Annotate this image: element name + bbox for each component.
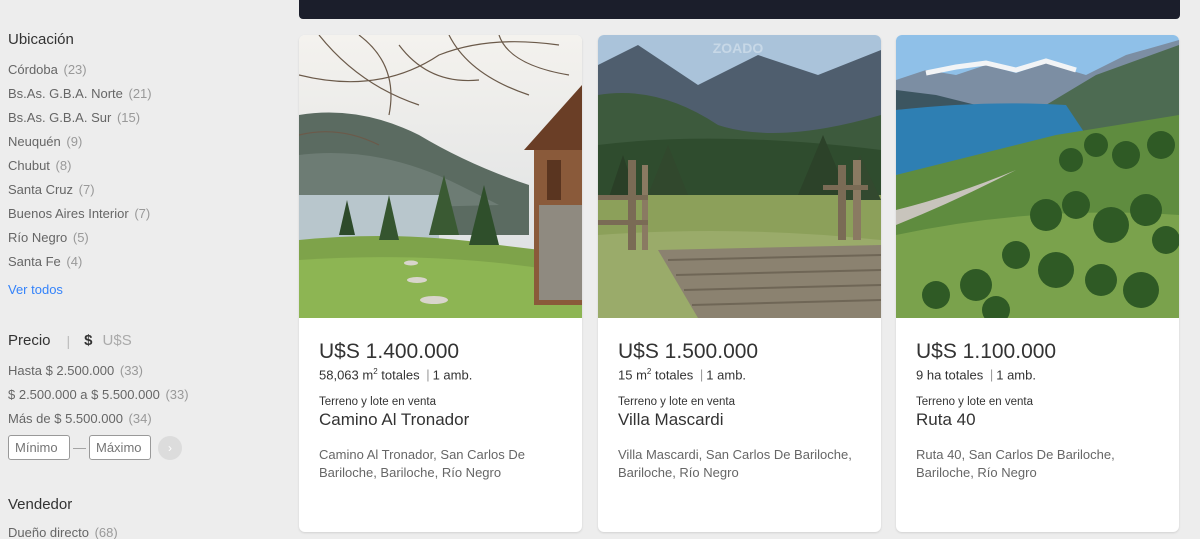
location-item-count: (4)	[66, 254, 83, 269]
location-item-count: (21)	[128, 86, 152, 101]
price-range-label: Hasta $ 2.500.000	[8, 363, 115, 378]
listing-card[interactable]: U$S 1.100.000 9 ha totales | 1 amb. Terre…	[896, 35, 1179, 532]
location-item-label: Bs.As. G.B.A. Sur	[8, 110, 112, 125]
listing-card[interactable]: ZOADO U$S 1.500.000 15 m2 totales | 1 amb…	[598, 35, 881, 532]
listing-rooms: 1 amb.	[996, 367, 1036, 383]
location-item-label: Chubut	[8, 158, 50, 173]
price-range-count: (34)	[128, 411, 152, 426]
listing-type: Terreno y lote en venta	[916, 396, 1033, 409]
listing-name: Ruta 40	[916, 410, 976, 430]
attr-divider: |	[426, 367, 430, 383]
chevron-right-icon: ›	[168, 440, 172, 455]
listing-photo-mountain-field[interactable]: ZOADO	[598, 35, 881, 318]
listing-address: Ruta 40, San Carlos De Bariloche, Barilo…	[916, 447, 1115, 481]
listing-attributes: 58,063 m2 totales | 1 amb.	[319, 367, 562, 382]
listing-price: U$S 1.400.000	[319, 340, 460, 363]
location-item-count: (15)	[116, 110, 141, 125]
listing-address: Camino Al Tronador, San Carlos De Barilo…	[319, 447, 525, 481]
currency-dollars-toggle[interactable]: U$S	[103, 332, 132, 349]
listing-rooms: 1 amb.	[432, 367, 473, 383]
location-item-count: (7)	[134, 206, 151, 221]
price-min-input[interactable]	[8, 435, 70, 460]
listing-price: U$S 1.100.000	[916, 340, 1057, 363]
attr-divider: |	[989, 367, 994, 383]
location-item-count: (5)	[72, 230, 89, 245]
location-item-label: Bs.As. G.B.A. Norte	[8, 86, 123, 101]
listing-photo-lake-cabin[interactable]	[299, 35, 582, 318]
listing-attributes: 15 m2 totales | 1 amb.	[618, 367, 861, 382]
price-range-label: Más de $ 5.500.000	[8, 411, 123, 426]
location-item-count: (9)	[66, 134, 83, 149]
listing-photo-lake-valley[interactable]	[896, 35, 1179, 318]
price-custom-range: — ›	[8, 435, 278, 460]
listing-type: Terreno y lote en venta	[319, 396, 436, 409]
location-item-gba-norte[interactable]: Bs.As. G.B.A. Norte (21)	[8, 82, 278, 106]
location-item-cordoba[interactable]: Córdoba (23)	[8, 58, 278, 82]
listing-details: U$S 1.100.000 9 ha totales | 1 amb. Terre…	[896, 318, 1179, 482]
price-filter-title: Precio	[8, 332, 51, 349]
location-item-santa-fe[interactable]: Santa Fe (4)	[8, 250, 278, 274]
filters-sidebar: Ubicación Córdoba (23) Bs.As. G.B.A. Nor…	[8, 0, 278, 539]
listing-area-unit: totales	[377, 367, 420, 383]
location-item-gba-sur[interactable]: Bs.As. G.B.A. Sur (15)	[8, 106, 278, 130]
location-item-label: Córdoba	[8, 62, 58, 77]
listing-rooms: 1 amb.	[706, 367, 747, 383]
price-range-label: $ 2.500.000 a $ 5.500.000	[8, 387, 160, 402]
listing-area: 15 m	[618, 367, 647, 383]
listing-name: Camino Al Tronador	[319, 410, 470, 430]
location-filter-title: Ubicación	[8, 31, 74, 48]
listing-attributes: 9 ha totales | 1 amb.	[916, 367, 1159, 382]
location-item-chubut[interactable]: Chubut (8)	[8, 154, 278, 178]
apply-range-button[interactable]: ›	[158, 435, 182, 460]
location-item-rio-negro[interactable]: Río Negro (5)	[8, 226, 278, 250]
location-item-count: (8)	[55, 158, 72, 173]
vendor-item-count: (68)	[94, 525, 118, 539]
price-range-item[interactable]: Más de $ 5.500.000 (34)	[8, 407, 278, 431]
location-item-count: (7)	[78, 182, 95, 197]
listing-type: Terreno y lote en venta	[618, 396, 735, 409]
location-item-label: Buenos Aires Interior	[8, 206, 129, 221]
price-range-count: (33)	[165, 387, 189, 402]
location-item-neuquen[interactable]: Neuquén (9)	[8, 130, 278, 154]
listing-details: U$S 1.400.000 58,063 m2 totales | 1 amb. …	[299, 318, 582, 482]
svg-text:ZOADO: ZOADO	[713, 40, 764, 56]
vendor-filter-title: Vendedor	[8, 496, 73, 513]
see-all-locations-link[interactable]: Ver todos	[8, 276, 278, 304]
price-range-item[interactable]: $ 2.500.000 a $ 5.500.000 (33)	[8, 383, 278, 407]
vendor-item-owner[interactable]: Dueño directo (68)	[8, 521, 278, 539]
listing-area-unit: totales	[651, 367, 694, 383]
currency-separator: |	[66, 332, 71, 349]
location-item-count: (23)	[63, 62, 87, 77]
top-banner-bar	[299, 0, 1180, 19]
attr-divider: |	[699, 367, 704, 383]
location-item-label: Santa Fe	[8, 254, 61, 269]
listing-name: Villa Mascardi	[618, 410, 724, 430]
price-max-input[interactable]	[89, 435, 151, 460]
location-item-label: Río Negro	[8, 230, 68, 245]
listing-address: Villa Mascardi, San Carlos De Bariloche,…	[618, 447, 852, 481]
listing-area: 58,063 m	[319, 367, 374, 383]
range-dash: —	[73, 440, 86, 455]
location-item-label: Santa Cruz	[8, 182, 74, 197]
price-range-list: Hasta $ 2.500.000 (33) $ 2.500.000 a $ 5…	[8, 359, 278, 431]
price-range-item[interactable]: Hasta $ 2.500.000 (33)	[8, 359, 278, 383]
location-filter-list: Córdoba (23) Bs.As. G.B.A. Norte (21) Bs…	[8, 58, 278, 274]
listing-price: U$S 1.500.000	[618, 340, 759, 363]
price-range-count: (33)	[119, 363, 143, 378]
price-filter-header: Precio | $ U$S	[8, 332, 278, 349]
location-item-bsas-interior[interactable]: Buenos Aires Interior (7)	[8, 202, 278, 226]
listing-area: 9 ha totales	[916, 367, 984, 383]
listing-card[interactable]: U$S 1.400.000 58,063 m2 totales | 1 amb. …	[299, 35, 582, 532]
currency-pesos-toggle[interactable]: $	[84, 332, 92, 349]
location-item-label: Neuquén	[8, 134, 61, 149]
location-item-santa-cruz[interactable]: Santa Cruz (7)	[8, 178, 278, 202]
listing-details: U$S 1.500.000 15 m2 totales | 1 amb. Terr…	[598, 318, 881, 482]
vendor-item-label: Dueño directo	[8, 525, 89, 539]
